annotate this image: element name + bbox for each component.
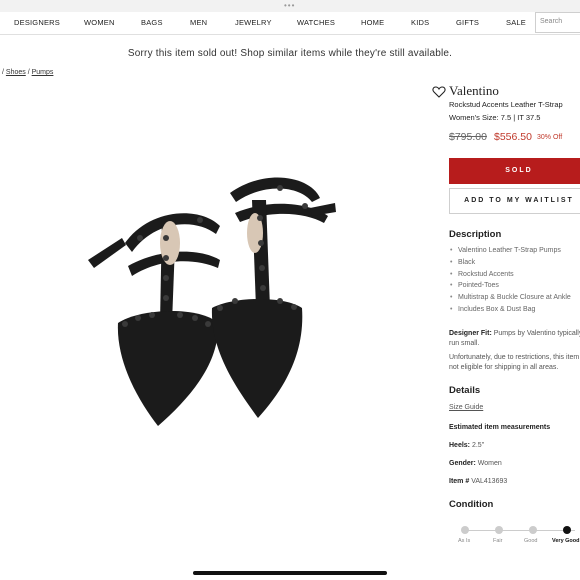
list-item: Rockstud Accents bbox=[449, 271, 571, 283]
condition-label: Good bbox=[524, 538, 538, 544]
measurements-label: Estimated item measurements bbox=[449, 424, 551, 431]
heels-label: Heels: bbox=[449, 442, 471, 449]
browser-top-bar: ••• bbox=[0, 0, 580, 12]
product-size: Women's Size: 7.5 | IT 37.5 bbox=[449, 113, 541, 122]
main-nav: DESIGNERS WOMEN BAGS MEN JEWELRY WATCHES… bbox=[0, 12, 580, 35]
description-list: Valentino Leather T-Strap Pumps Black Ro… bbox=[449, 247, 571, 318]
condition-scale bbox=[465, 530, 575, 531]
description-heading: Description bbox=[449, 229, 502, 240]
nav-women[interactable]: WOMEN bbox=[84, 18, 115, 27]
nav-sale[interactable]: SALE bbox=[506, 18, 526, 27]
condition-dot bbox=[529, 526, 537, 534]
more-dots-icon[interactable]: ••• bbox=[284, 2, 295, 10]
list-item: Includes Box & Dust Bag bbox=[449, 306, 571, 318]
product-image[interactable] bbox=[80, 148, 345, 433]
breadcrumb-shoes[interactable]: Shoes bbox=[6, 69, 26, 76]
home-indicator[interactable] bbox=[193, 571, 387, 575]
search-input[interactable]: Search bbox=[535, 12, 580, 33]
heart-icon[interactable] bbox=[432, 85, 446, 99]
nav-men[interactable]: MEN bbox=[190, 18, 207, 27]
breadcrumb-pumps[interactable]: Pumps bbox=[32, 69, 54, 76]
condition-dot bbox=[495, 526, 503, 534]
size-guide-link[interactable]: Size Guide bbox=[449, 404, 483, 411]
details-heading: Details bbox=[449, 385, 481, 396]
list-item: Pointed-Toes bbox=[449, 282, 571, 294]
item-number-row: Item # VAL413693 bbox=[449, 478, 507, 485]
nav-designers[interactable]: DESIGNERS bbox=[14, 18, 60, 27]
breadcrumb-separator: / bbox=[27, 69, 30, 76]
gender-label: Gender: bbox=[449, 460, 476, 467]
list-item: Multistrap & Buckle Closure at Ankle bbox=[449, 294, 571, 306]
list-item: Black bbox=[449, 259, 571, 271]
list-item: Valentino Leather T-Strap Pumps bbox=[449, 247, 571, 259]
condition-label: Fair bbox=[493, 538, 503, 544]
breadcrumb-separator: / bbox=[2, 69, 4, 76]
condition-label-selected: Very Good bbox=[552, 538, 580, 544]
designer-fit-label: Designer Fit: bbox=[449, 330, 492, 337]
condition-heading: Condition bbox=[449, 499, 494, 510]
nav-bags[interactable]: BAGS bbox=[141, 18, 163, 27]
heels-value: 2.5" bbox=[471, 442, 485, 449]
product-brand[interactable]: Valentino bbox=[449, 83, 499, 99]
nav-kids[interactable]: KIDS bbox=[411, 18, 429, 27]
condition-dot bbox=[461, 526, 469, 534]
add-to-waitlist-button[interactable]: ADD TO MY WAITLIST bbox=[449, 188, 580, 214]
nav-jewelry[interactable]: JEWELRY bbox=[235, 18, 272, 27]
nav-home[interactable]: HOME bbox=[361, 18, 384, 27]
heels-row: Heels: 2.5" bbox=[449, 442, 484, 449]
gender-row: Gender: Women bbox=[449, 460, 502, 467]
shipping-note: Unfortunately, due to restrictions, this… bbox=[449, 354, 580, 371]
original-price: $795.00 bbox=[449, 131, 487, 143]
condition-label: As Is bbox=[458, 538, 471, 544]
discount-badge: 30% Off bbox=[537, 134, 563, 141]
product-name: Rockstud Accents Leather T-Strap bbox=[449, 100, 563, 109]
breadcrumb: / Shoes / Pumps bbox=[2, 69, 53, 76]
gender-value: Women bbox=[477, 460, 502, 467]
item-number-value: VAL413693 bbox=[471, 478, 508, 485]
sold-out-banner: Sorry this item sold out! Shop similar i… bbox=[127, 48, 453, 59]
sold-button: SOLD bbox=[449, 158, 580, 184]
nav-watches[interactable]: WATCHES bbox=[297, 18, 335, 27]
item-number-label: Item # bbox=[449, 478, 470, 485]
condition-dot-selected bbox=[563, 526, 571, 534]
sale-price: $556.50 bbox=[494, 131, 532, 143]
nav-gifts[interactable]: GIFTS bbox=[456, 18, 479, 27]
designer-fit: Designer Fit: Pumps by Valentino typical… bbox=[449, 329, 580, 349]
